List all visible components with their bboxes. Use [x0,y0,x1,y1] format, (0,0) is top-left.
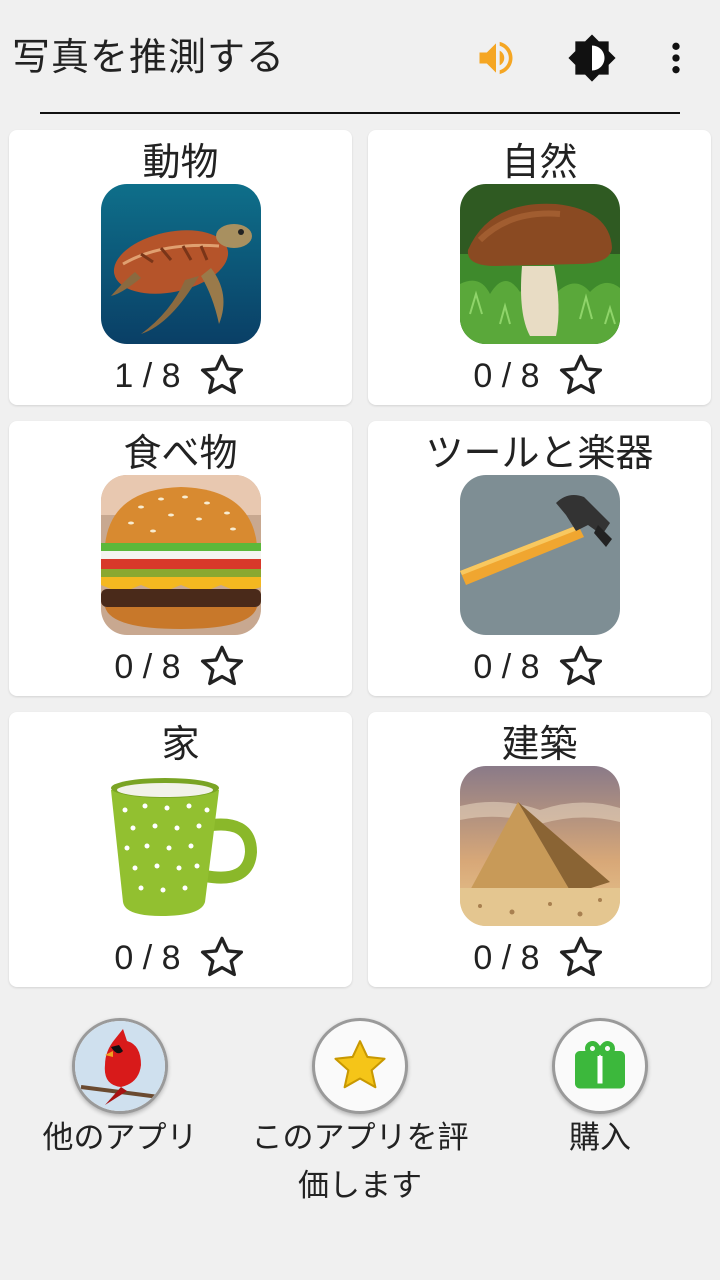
star-outline-icon [559,354,602,395]
category-title: 食べ物 [123,431,238,475]
hammer-image [460,475,620,635]
progress-count: 0 / 8 [473,647,540,686]
progress-count: 0 / 8 [473,938,540,977]
category-title: 建築 [501,722,578,766]
category-card-architecture[interactable]: 建築 0 / 8 [368,712,711,987]
pyramid-image [460,766,620,926]
category-card-home[interactable]: 家 0 / 8 [9,712,352,987]
category-progress: 0 / 8 [368,641,711,693]
category-card-animals[interactable]: 動物 1 / 8 [9,130,352,405]
category-progress: 0 / 8 [9,641,352,693]
category-progress: 1 / 8 [9,350,352,402]
more-vert-icon [672,42,680,74]
star-icon [334,1040,386,1089]
progress-count: 0 / 8 [114,938,181,977]
rate-app-button[interactable] [312,1018,408,1114]
other-apps-label: 他のアプリ [42,1120,198,1156]
brightness-icon [568,34,616,82]
star-outline-icon [200,354,243,395]
star-outline-icon [559,936,602,977]
progress-count: 0 / 8 [114,647,181,686]
more-options-button[interactable] [646,28,706,88]
theme-button[interactable] [562,28,622,88]
category-card-food[interactable]: 食べ物 0 / 8 [9,421,352,696]
mushroom-image [460,184,620,344]
header-divider [40,112,680,114]
rate-app-label-line2: 価します [298,1168,422,1204]
category-title: 自然 [501,140,578,184]
rate-app-label-line1: このアプリを評 [251,1120,469,1156]
gift-icon [575,1040,625,1089]
volume-icon [479,41,513,75]
sea-turtle-image [101,184,261,344]
category-title: 動物 [142,140,219,184]
hamburger-image [101,475,261,635]
app-title: 写真を推測する [12,35,286,79]
progress-count: 1 / 8 [114,356,181,395]
category-card-nature[interactable]: 自然 0 / 8 [368,130,711,405]
purchase-label: 購入 [569,1120,631,1156]
progress-count: 0 / 8 [473,356,540,395]
category-progress: 0 / 8 [9,932,352,984]
category-progress: 0 / 8 [368,932,711,984]
star-outline-icon [200,645,243,686]
cardinal-bird-icon [75,1021,165,1111]
star-outline-icon [559,645,602,686]
rate-app-label: このアプリを評 価します [230,1114,490,1210]
star-outline-icon [200,936,243,977]
category-title: ツールと楽器 [425,431,654,475]
category-progress: 0 / 8 [368,350,711,402]
green-mug-image [101,766,261,926]
app-bar: 写真を推測する [0,0,720,112]
purchase-button[interactable] [552,1018,648,1114]
category-title: 家 [161,722,200,766]
sound-button[interactable] [466,28,526,88]
category-card-tools[interactable]: ツールと楽器 0 / 8 [368,421,711,696]
other-apps-button[interactable] [72,1018,168,1114]
